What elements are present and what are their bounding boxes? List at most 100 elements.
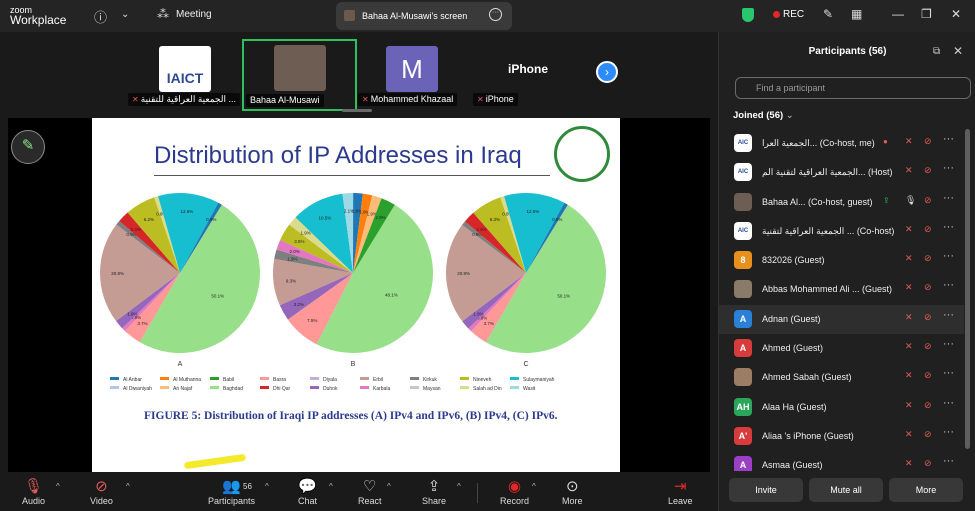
more-options-icon[interactable]: ··· bbox=[943, 309, 954, 321]
participant-row[interactable]: A Asmaa (Guest) ✕ ⊘ ··· bbox=[719, 451, 964, 471]
camera-off-icon[interactable]: ⊘ bbox=[924, 429, 932, 440]
slice-label: 1.9% bbox=[301, 230, 311, 235]
more-options-icon[interactable]: ··· bbox=[943, 221, 954, 233]
camera-off-icon[interactable]: ⊘ bbox=[924, 312, 932, 323]
participant-row[interactable]: AIC الجمعية العراقية لتقنية الم... (Host)… bbox=[719, 158, 964, 187]
mic-muted-icon[interactable]: ✕ bbox=[905, 341, 913, 352]
video-options-caret[interactable]: ^ bbox=[126, 482, 130, 491]
more-options-icon[interactable]: ··· bbox=[943, 338, 954, 350]
popout-icon[interactable]: ⧉ bbox=[933, 46, 940, 57]
react-caret[interactable]: ^ bbox=[387, 482, 391, 491]
mic-muted-icon[interactable]: ✕ bbox=[905, 282, 913, 293]
participant-name: Abbas Mohammed Ali ... (Guest) bbox=[762, 284, 893, 295]
joined-section-header[interactable]: Joined (56) ⌄ bbox=[733, 110, 794, 121]
camera-off-icon[interactable]: ⊘ bbox=[924, 282, 932, 293]
more-options-icon[interactable]: ··· bbox=[943, 279, 954, 291]
video-button[interactable]: ⊘ Video bbox=[90, 478, 113, 506]
more-options-icon[interactable]: ··· bbox=[489, 8, 502, 21]
participant-row[interactable]: A' Aliaa 's iPhone (Guest) ✕ ⊘ ··· bbox=[719, 422, 964, 451]
react-button[interactable]: ♡ React bbox=[358, 478, 382, 506]
participant-row[interactable]: AIC الجمعية العراقية لتقنية ... (Co-host)… bbox=[719, 217, 964, 246]
mic-muted-icon[interactable]: ✕ bbox=[905, 165, 913, 176]
avatar: AIC bbox=[734, 221, 752, 240]
legend-swatch bbox=[510, 386, 519, 389]
sharing-icon: ⇪ bbox=[883, 195, 890, 205]
more-button[interactable]: ⊙ More bbox=[562, 478, 583, 506]
shield-icon[interactable] bbox=[742, 8, 754, 22]
chat-button[interactable]: 💬 Chat bbox=[298, 478, 317, 506]
camera-off-icon[interactable]: ⊘ bbox=[924, 136, 932, 147]
camera-off-icon[interactable]: ⊘ bbox=[924, 253, 932, 264]
grid-view-icon[interactable]: ▦ bbox=[851, 7, 862, 21]
next-page-button[interactable]: › bbox=[596, 61, 618, 83]
record-caret[interactable]: ^ bbox=[532, 482, 536, 491]
participant-search-input[interactable] bbox=[735, 77, 971, 99]
participant-row[interactable]: Abbas Mohammed Ali ... (Guest) ✕ ⊘ ··· bbox=[719, 275, 964, 304]
close-window-icon[interactable]: ✕ bbox=[951, 7, 961, 21]
participants-caret[interactable]: ^ bbox=[265, 482, 269, 491]
mic-muted-icon[interactable]: ✕ bbox=[905, 253, 913, 264]
share-button[interactable]: ⇪ Share bbox=[422, 478, 446, 506]
more-options-icon[interactable]: ··· bbox=[943, 192, 954, 204]
mic-muted-icon[interactable]: ✕ bbox=[905, 136, 913, 147]
mic-muted-icon[interactable]: ✕ bbox=[905, 312, 913, 323]
audio-button[interactable]: 🎙 Audio bbox=[22, 478, 45, 506]
mic-muted-icon[interactable]: ✕ bbox=[905, 458, 913, 469]
chat-caret[interactable]: ^ bbox=[329, 482, 333, 491]
participant-row[interactable]: Ahmed Sabah (Guest) ✕ ⊘ ··· bbox=[719, 363, 964, 392]
legend-swatch bbox=[410, 377, 419, 380]
mic-muted-icon[interactable]: ✕ bbox=[905, 370, 913, 381]
more-options-icon[interactable]: ··· bbox=[943, 250, 954, 262]
legend-swatch bbox=[110, 386, 119, 389]
more-options-icon[interactable]: ··· bbox=[943, 133, 954, 145]
panel-footer: Invite Mute all More bbox=[719, 474, 975, 511]
camera-off-icon[interactable]: ⊘ bbox=[924, 370, 932, 381]
camera-off-icon[interactable]: ⊘ bbox=[924, 195, 932, 206]
participant-row[interactable]: A Adnan (Guest) ✕ ⊘ ··· bbox=[719, 304, 964, 335]
scrollbar[interactable] bbox=[965, 129, 970, 449]
video-tile[interactable]: iPhone ✕ iPhone bbox=[473, 44, 583, 106]
video-tile-active-speaker[interactable]: Bahaa Al-Musawi bbox=[242, 39, 357, 111]
video-tile[interactable]: IAICT ✕ الجمعية العراقية للتقنية ... bbox=[128, 44, 242, 106]
chevron-down-icon[interactable]: ⌄ bbox=[121, 9, 129, 20]
more-options-icon[interactable]: ··· bbox=[943, 397, 954, 409]
minimize-icon[interactable]: — bbox=[892, 7, 904, 21]
mic-muted-icon: ✕ bbox=[362, 95, 369, 104]
invite-button[interactable]: Invite bbox=[729, 478, 803, 502]
camera-off-icon[interactable]: ⊘ bbox=[924, 224, 932, 235]
info-icon[interactable]: ⓘ bbox=[94, 7, 107, 26]
more-options-icon[interactable]: ··· bbox=[943, 162, 954, 174]
maximize-icon[interactable]: ❐ bbox=[921, 7, 932, 21]
more-options-icon[interactable]: ··· bbox=[943, 367, 954, 379]
annotate-pencil-button[interactable]: ✎ bbox=[11, 130, 45, 164]
mute-all-button[interactable]: Mute all bbox=[809, 478, 883, 502]
screen-share-tab[interactable]: Bahaa Al-Musawi's screen ··· bbox=[336, 2, 512, 30]
mic-muted-icon[interactable]: ✕ bbox=[905, 400, 913, 411]
camera-off-icon[interactable]: ⊘ bbox=[924, 165, 932, 176]
camera-off-icon[interactable]: ⊘ bbox=[924, 458, 932, 469]
video-tile[interactable]: M ✕ Mohammed Khazaal bbox=[358, 44, 466, 106]
camera-off-icon[interactable]: ⊘ bbox=[924, 400, 932, 411]
legend-label: Basra bbox=[273, 377, 286, 383]
more-button[interactable]: More bbox=[889, 478, 963, 502]
participant-row[interactable]: AIC الجمعية العرا... (Co-host, me) ● ✕ ⊘ ··· bbox=[719, 129, 964, 158]
mic-icon[interactable]: 🎙 bbox=[905, 195, 916, 206]
resize-handle[interactable] bbox=[342, 109, 372, 112]
participant-row[interactable]: A Ahmed (Guest) ✕ ⊘ ··· bbox=[719, 334, 964, 363]
close-panel-icon[interactable]: ✕ bbox=[953, 44, 963, 58]
share-caret[interactable]: ^ bbox=[457, 482, 461, 491]
mic-muted-icon[interactable]: ✕ bbox=[905, 224, 913, 235]
record-button[interactable]: ◉ Record bbox=[500, 478, 529, 506]
legend-label: Sulaymaniyah bbox=[523, 377, 555, 383]
mic-muted-icon[interactable]: ✕ bbox=[905, 429, 913, 440]
camera-off-icon: ⊘ bbox=[95, 478, 108, 495]
annotate-icon[interactable]: ✎ bbox=[823, 7, 833, 21]
more-options-icon[interactable]: ··· bbox=[943, 455, 954, 467]
more-options-icon[interactable]: ··· bbox=[943, 426, 954, 438]
participant-row[interactable]: Bahaa Al... (Co-host, guest) ⇪ 🎙 ⊘ ··· bbox=[719, 188, 964, 217]
leave-button[interactable]: ⇥ Leave bbox=[668, 478, 693, 506]
participant-row[interactable]: 8 832026 (Guest) ✕ ⊘ ··· bbox=[719, 246, 964, 275]
participant-row[interactable]: AH Alaa Ha (Guest) ✕ ⊘ ··· bbox=[719, 393, 964, 422]
camera-off-icon[interactable]: ⊘ bbox=[924, 341, 932, 352]
audio-options-caret[interactable]: ^ bbox=[56, 482, 60, 491]
